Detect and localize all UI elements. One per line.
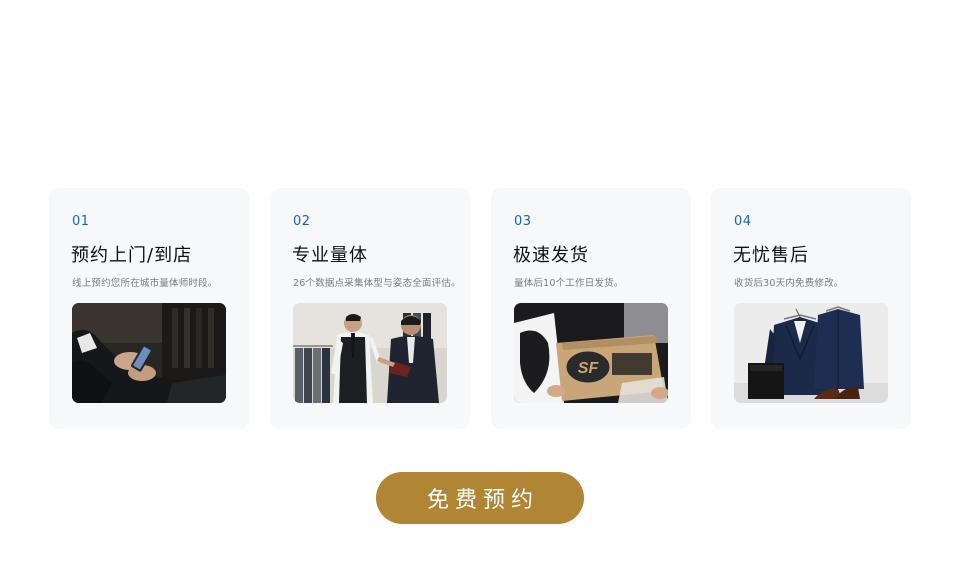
booking-photo <box>72 303 226 403</box>
step-description: 26个数据点采集体型与姿态全面评估。 <box>293 278 461 289</box>
step-card-booking: 01 预约上门/到店 线上预约您所在城市量体师时段。 <box>49 188 249 429</box>
step-card-aftersales: 04 无忧售后 收货后30天内免费修改。 <box>711 188 911 429</box>
step-number: 03 <box>514 214 532 229</box>
step-description: 收货后30天内免费修改。 <box>734 278 844 289</box>
step-number: 01 <box>72 214 90 229</box>
step-card-measurement: 02 专业量体 26个数据点采集体型与姿态全面评估。 <box>270 188 470 429</box>
aftersales-photo <box>734 303 888 403</box>
step-title: 极速发货 <box>513 245 589 266</box>
service-steps: 01 预约上门/到店 线上预约您所在城市量体师时段。 02 专业量体 26个数据… <box>49 188 911 429</box>
step-title: 无忧售后 <box>733 245 809 266</box>
step-title: 预约上门/到店 <box>71 245 193 266</box>
step-number: 02 <box>293 214 311 229</box>
step-title: 专业量体 <box>292 245 368 266</box>
shipping-photo: SF <box>514 303 668 403</box>
measurement-photo <box>293 303 447 403</box>
page: 01 预约上门/到店 线上预约您所在城市量体师时段。 02 专业量体 26个数据… <box>0 0 960 573</box>
sf-logo: SF <box>578 360 600 377</box>
step-description: 量体后10个工作日发货。 <box>514 278 624 289</box>
step-number: 04 <box>734 214 752 229</box>
step-card-shipping: 03 极速发货 量体后10个工作日发货。 SF <box>491 188 691 429</box>
free-booking-button[interactable]: 免费预约 <box>376 472 584 524</box>
step-description: 线上预约您所在城市量体师时段。 <box>72 278 218 289</box>
